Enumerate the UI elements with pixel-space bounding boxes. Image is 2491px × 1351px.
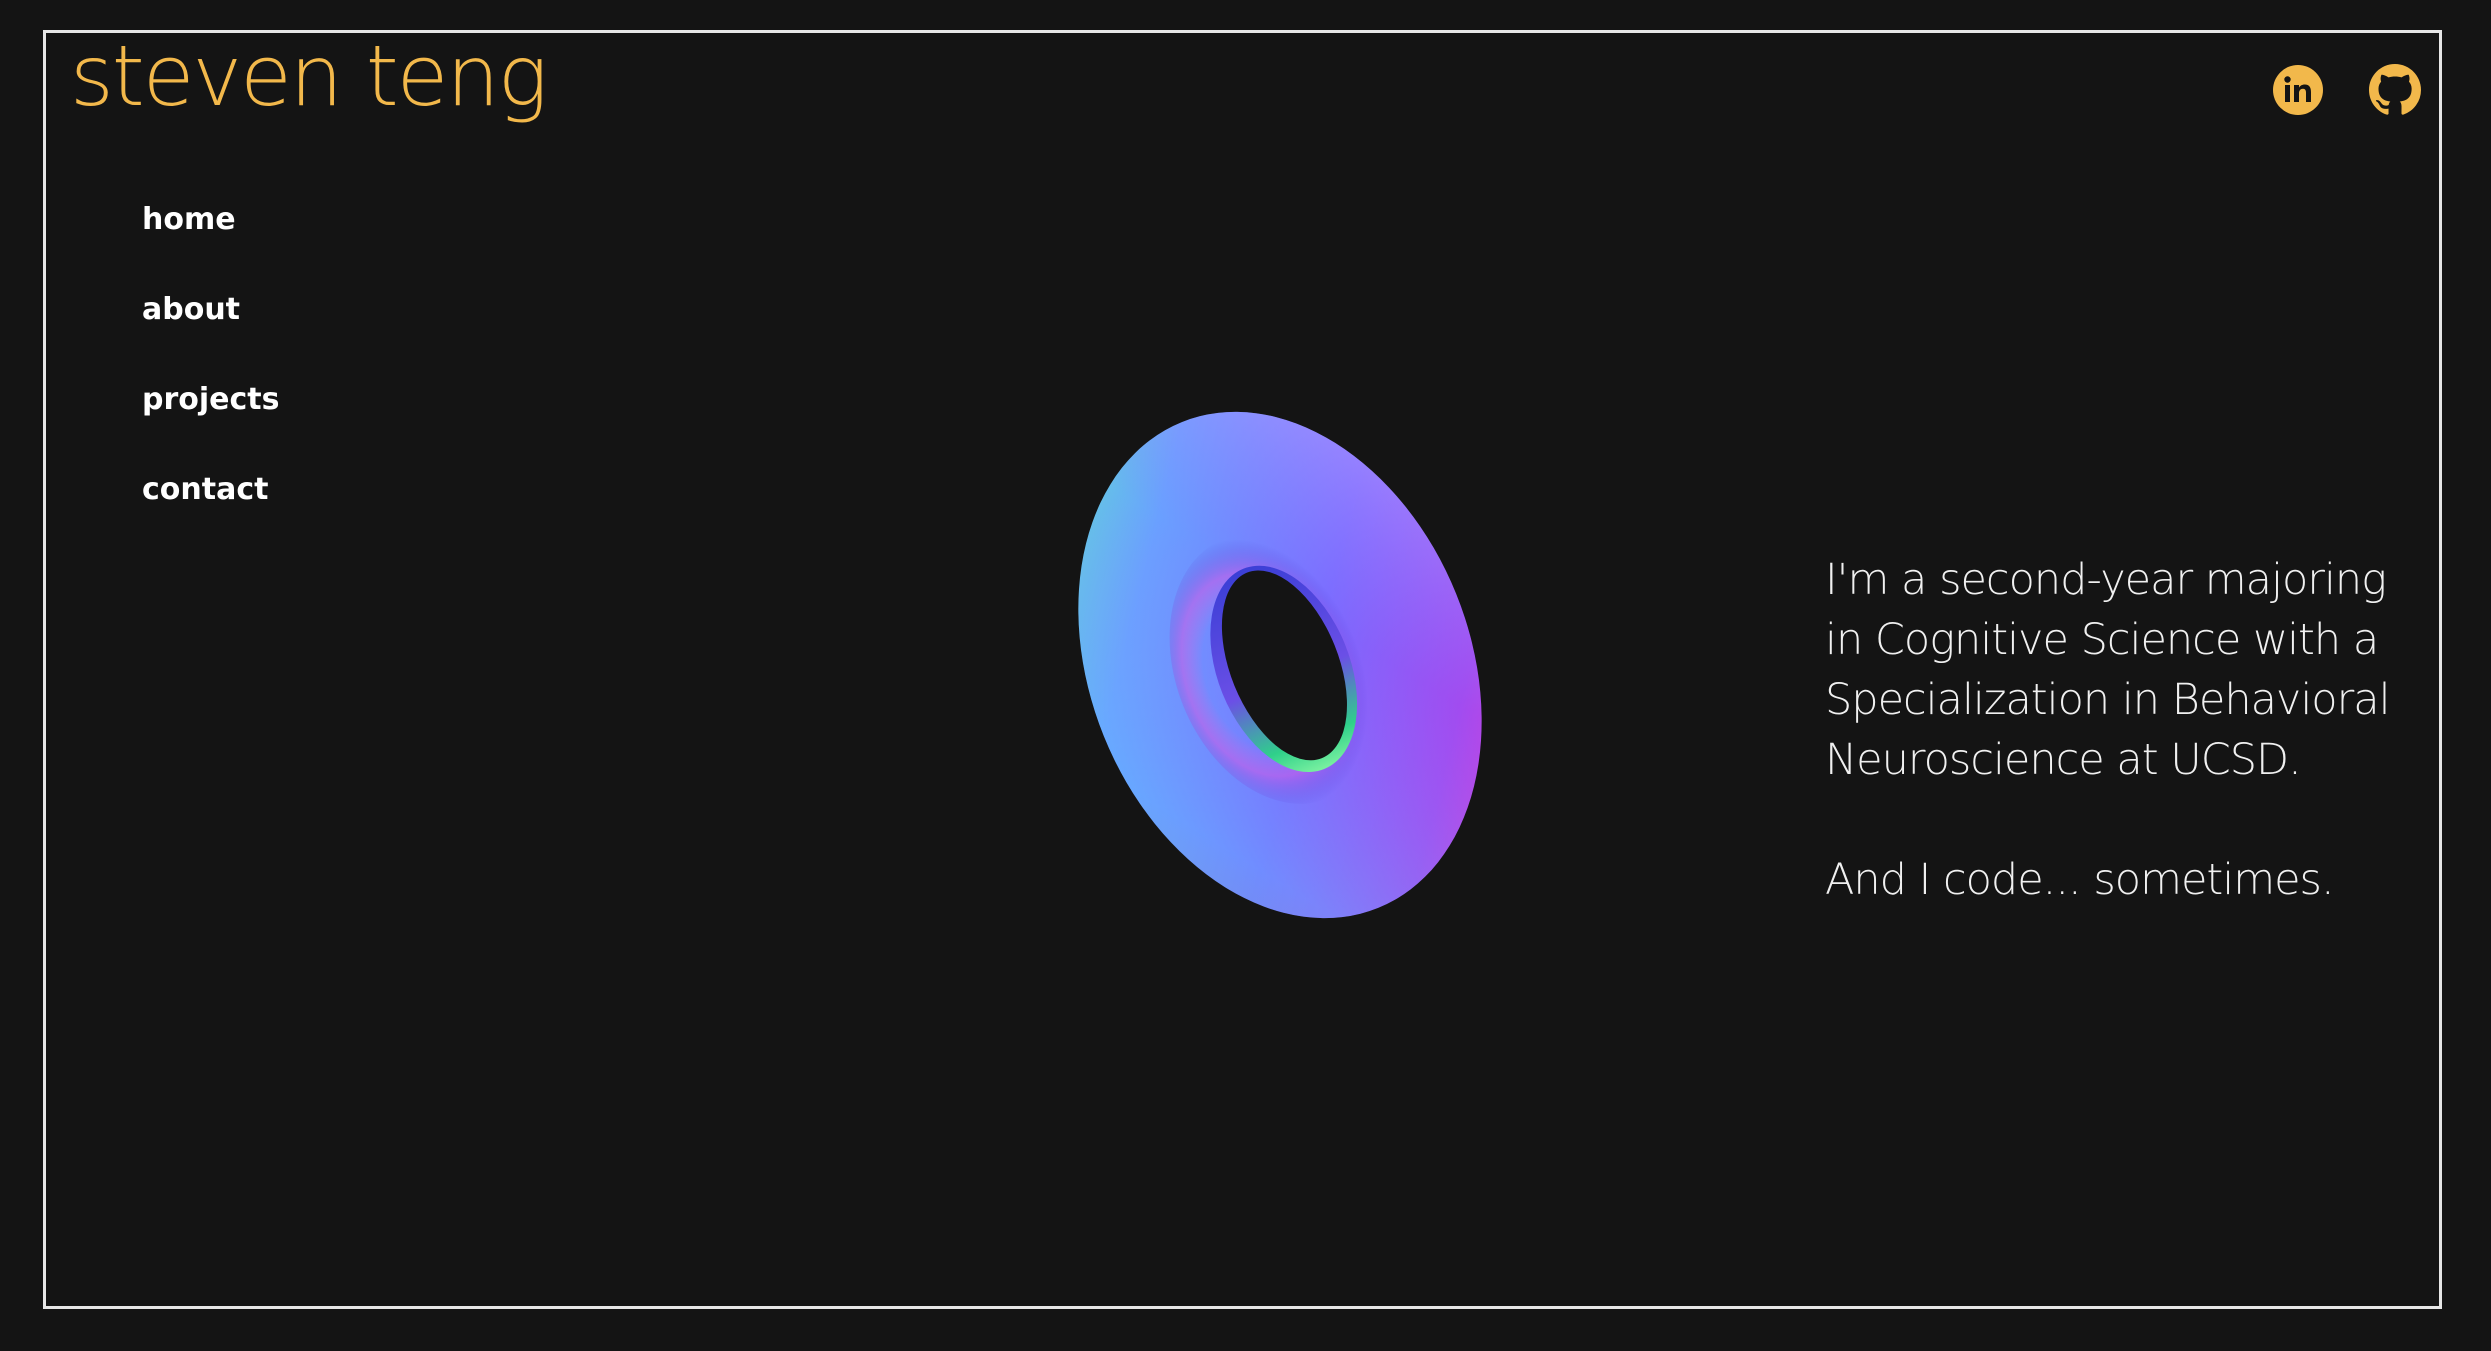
site-logo[interactable]: steven teng	[70, 34, 548, 118]
nav-item-about[interactable]: about	[142, 295, 280, 385]
nav-item-home[interactable]: home	[142, 205, 280, 295]
intro-tagline: And I code... sometimes.	[1825, 855, 2335, 905]
nav-item-projects[interactable]: projects	[142, 385, 280, 475]
nav-item-contact[interactable]: contact	[142, 475, 280, 565]
main-nav: home about projects contact	[142, 205, 280, 565]
github-icon	[2369, 64, 2421, 115]
github-link[interactable]	[2369, 64, 2421, 116]
linkedin-link[interactable]	[2272, 64, 2324, 116]
intro-paragraph: I'm a second-year majoring in Cognitive …	[1825, 555, 2391, 785]
intro-text: I'm a second-year majoring in Cognitive …	[1825, 550, 2425, 910]
linkedin-icon	[2273, 65, 2323, 115]
rainbow-torus-graphic	[1060, 405, 1500, 925]
